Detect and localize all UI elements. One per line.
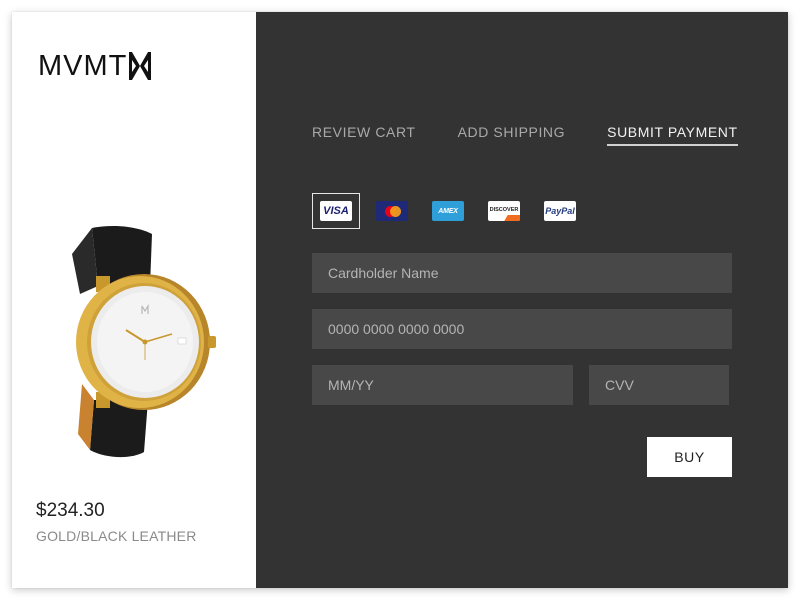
logo-text: MVMT <box>38 50 128 82</box>
discover-icon: DISCOVER <box>488 201 520 221</box>
payment-panel: REVIEW CART ADD SHIPPING SUBMIT PAYMENT … <box>256 12 788 588</box>
product-variant: GOLD/BLACK LEATHER <box>36 528 197 544</box>
paypal-icon: PayPal <box>544 201 576 221</box>
discover-label: DISCOVER <box>489 206 519 213</box>
payment-method-mastercard[interactable] <box>368 193 416 229</box>
logo-mark-icon <box>129 52 152 80</box>
buy-button[interactable]: BUY <box>647 437 732 477</box>
payment-method-amex[interactable]: AMEX <box>424 193 472 229</box>
step-add-shipping[interactable]: ADD SHIPPING <box>458 124 566 146</box>
product-price: $234.30 <box>36 500 105 521</box>
checkout-steps: REVIEW CART ADD SHIPPING SUBMIT PAYMENT <box>312 124 738 146</box>
checkout-card: MVMT $234.30 GOLD/BLACK LEATHER REVIEW C… <box>12 12 788 588</box>
payment-method-visa[interactable]: VISA <box>312 193 360 229</box>
brand-logo: MVMT <box>38 50 152 82</box>
visa-icon: VISA <box>320 201 352 221</box>
visa-label: VISA <box>323 205 349 217</box>
payment-method-discover[interactable]: DISCOVER <box>480 193 528 229</box>
step-review-cart[interactable]: REVIEW CART <box>312 124 416 146</box>
product-panel: MVMT $234.30 GOLD/BLACK LEATHER <box>12 12 256 588</box>
payment-method-paypal[interactable]: PayPal <box>536 193 584 229</box>
amex-icon: AMEX <box>432 201 464 221</box>
cvv-input[interactable] <box>589 365 729 405</box>
cardholder-name-input[interactable] <box>312 253 732 293</box>
mastercard-icon <box>376 201 408 221</box>
step-submit-payment[interactable]: SUBMIT PAYMENT <box>607 124 738 146</box>
paypal-label: PayPal <box>545 206 575 216</box>
amex-label: AMEX <box>438 207 458 215</box>
payment-methods: VISA AMEX DISCOVER PayPal <box>312 193 592 229</box>
watch-image <box>72 226 216 458</box>
card-number-input[interactable] <box>312 309 732 349</box>
expiry-input[interactable] <box>312 365 573 405</box>
